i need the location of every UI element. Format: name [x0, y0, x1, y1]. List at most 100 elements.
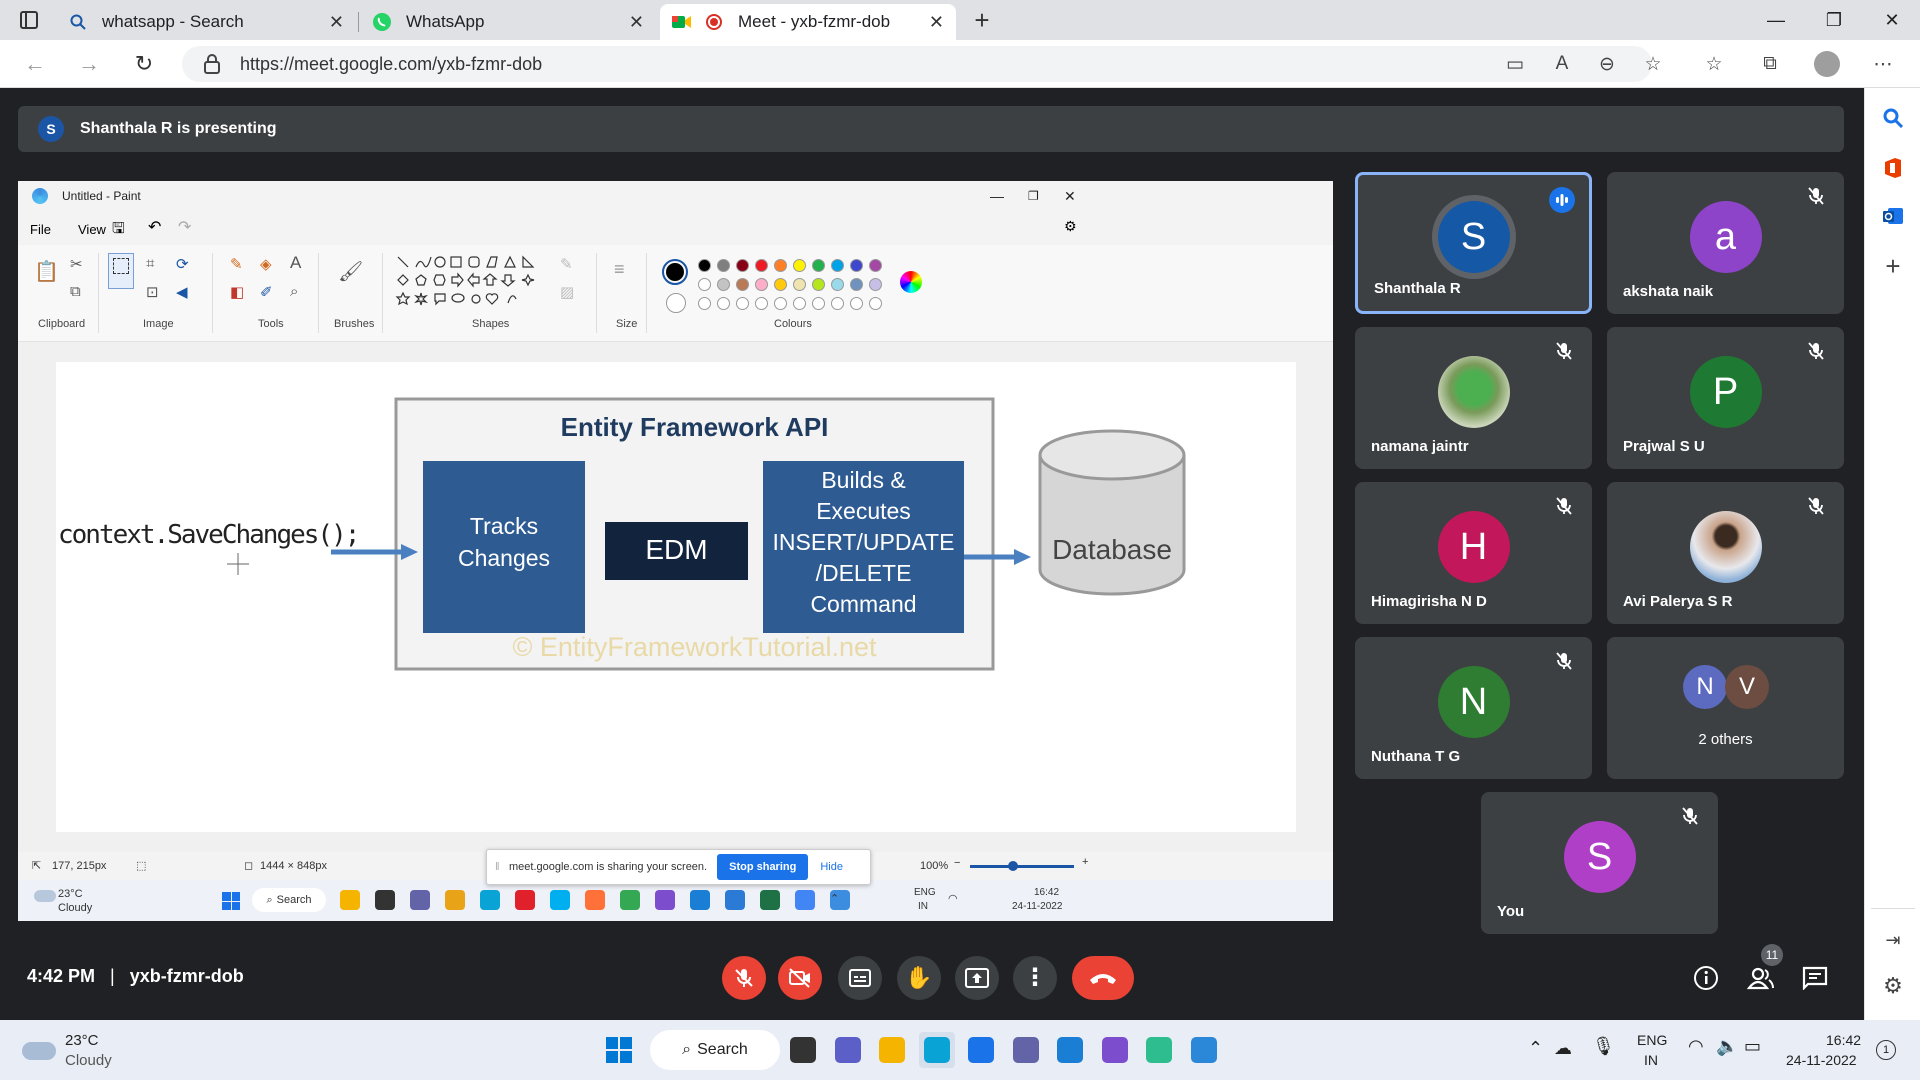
- visual-studio-icon[interactable]: [655, 890, 675, 910]
- clock-date[interactable]: 24-11-2022: [1786, 1052, 1857, 1068]
- edge-icon[interactable]: [480, 890, 500, 910]
- edge-icon[interactable]: [918, 1032, 955, 1068]
- colour-swatch[interactable]: [812, 297, 825, 310]
- fill-shape-icon[interactable]: ▨: [560, 283, 574, 301]
- zoom-icon[interactable]: ⊖: [1592, 50, 1622, 78]
- inner-search-box[interactable]: ⌕ Search: [252, 888, 326, 912]
- text-icon[interactable]: A: [290, 253, 301, 273]
- copy-icon[interactable]: ⧉: [70, 283, 81, 300]
- close-tab-icon[interactable]: ✕: [329, 12, 344, 33]
- teams-chat-icon[interactable]: [830, 1032, 866, 1068]
- teams-icon[interactable]: [1008, 1032, 1044, 1068]
- participant-tile[interactable]: P Prajwal S U: [1607, 327, 1844, 469]
- close-window-icon[interactable]: ✕: [1864, 0, 1920, 40]
- store-icon[interactable]: [963, 1032, 999, 1068]
- colour-swatch[interactable]: [793, 259, 806, 272]
- more-options-icon[interactable]: ⋯: [1868, 50, 1898, 78]
- participant-tile[interactable]: N Nuthana T G: [1355, 637, 1592, 779]
- back-icon[interactable]: ←: [17, 48, 53, 80]
- participant-tile[interactable]: H Himagirisha N D: [1355, 482, 1592, 624]
- participant-tile[interactable]: a akshata naik: [1607, 172, 1844, 314]
- participant-tile[interactable]: Avi Palerya S R: [1607, 482, 1844, 624]
- visual-studio-icon[interactable]: [1097, 1032, 1133, 1068]
- edit-colours-icon[interactable]: [900, 271, 922, 293]
- shapes-gallery[interactable]: [392, 251, 552, 311]
- file-explorer-icon[interactable]: [340, 890, 360, 910]
- leave-call-button[interactable]: [1072, 956, 1134, 1000]
- hide-banner-button[interactable]: Hide: [820, 861, 843, 873]
- colour-swatch[interactable]: [831, 259, 844, 272]
- colour-swatch[interactable]: [812, 259, 825, 272]
- more-options-button[interactable]: ⋮: [1013, 956, 1057, 1000]
- notification-badge[interactable]: 1: [1876, 1040, 1896, 1060]
- flip-icon[interactable]: ◀: [176, 283, 188, 301]
- url-input[interactable]: https://meet.google.com/yxb-fzmr-dob: [182, 46, 1652, 82]
- colour-swatch[interactable]: [869, 278, 882, 291]
- colour-swatch[interactable]: [717, 259, 730, 272]
- read-aloud-icon[interactable]: A: [1547, 50, 1577, 78]
- stop-sharing-button[interactable]: Stop sharing: [717, 854, 809, 880]
- colour-swatch[interactable]: [793, 297, 806, 310]
- outlook-icon[interactable]: [1879, 202, 1907, 230]
- add-icon[interactable]: +: [1879, 251, 1907, 281]
- hide-sidebar-icon[interactable]: ⇥: [1879, 926, 1907, 954]
- favorites-icon[interactable]: ☆: [1699, 50, 1729, 78]
- save-icon[interactable]: 🖫: [112, 218, 125, 243]
- participant-tile[interactable]: S You: [1481, 792, 1718, 934]
- size-icon[interactable]: ≡: [614, 259, 625, 280]
- fill-icon[interactable]: ◈: [260, 255, 272, 273]
- microphone-off-button[interactable]: [722, 956, 766, 1000]
- cut-icon[interactable]: ✂: [70, 255, 83, 273]
- zoom-in-icon[interactable]: +: [1082, 856, 1088, 868]
- colour-swatch[interactable]: [736, 259, 749, 272]
- colour-swatch[interactable]: [774, 259, 787, 272]
- eraser-icon[interactable]: ◧: [230, 283, 244, 301]
- restore-icon[interactable]: ❐: [1028, 189, 1039, 203]
- drag-handle-icon[interactable]: ‖: [495, 861, 500, 873]
- office-icon[interactable]: [1879, 154, 1907, 182]
- start-icon[interactable]: [222, 892, 240, 910]
- rotate-icon[interactable]: ⟳: [176, 255, 189, 273]
- paint-icon[interactable]: [1186, 1032, 1222, 1068]
- tray-chevron-icon[interactable]: ⌃: [830, 892, 839, 905]
- colour-swatch[interactable]: [850, 297, 863, 310]
- captions-button[interactable]: [838, 956, 882, 1000]
- lang-2[interactable]: IN: [1644, 1052, 1658, 1068]
- camera-off-button[interactable]: [778, 956, 822, 1000]
- color2-swatch[interactable]: [666, 293, 686, 313]
- pencil-icon[interactable]: ✎: [230, 255, 243, 273]
- close-tab-icon[interactable]: ✕: [929, 12, 944, 33]
- colour-swatch[interactable]: [755, 259, 768, 272]
- redo-icon[interactable]: ↷: [178, 217, 191, 237]
- collections-icon[interactable]: ⧉: [1755, 50, 1785, 78]
- onedrive-sync-icon[interactable]: ☁: [1554, 1038, 1572, 1059]
- raise-hand-button[interactable]: ✋: [897, 956, 941, 1000]
- teams-icon[interactable]: [410, 890, 430, 910]
- color-picker-icon[interactable]: ✐: [260, 283, 273, 301]
- close-window-icon[interactable]: ✕: [1064, 188, 1076, 205]
- zoom-slider[interactable]: [970, 861, 1074, 871]
- outline-icon[interactable]: ✎: [560, 255, 573, 273]
- skype-icon[interactable]: [550, 890, 570, 910]
- colour-swatch[interactable]: [869, 259, 882, 272]
- vscode-icon[interactable]: [1052, 1032, 1088, 1068]
- settings-icon[interactable]: ⚙: [1879, 972, 1907, 1000]
- task-view-icon[interactable]: [785, 1032, 821, 1068]
- lang-1[interactable]: ENG: [1637, 1032, 1667, 1048]
- profile-avatar[interactable]: [1812, 50, 1842, 78]
- zoom-out-icon[interactable]: −: [954, 857, 960, 869]
- task-view-icon[interactable]: [375, 890, 395, 910]
- colour-swatch[interactable]: [736, 297, 749, 310]
- meeting-details-button[interactable]: [1690, 962, 1722, 994]
- paste-icon[interactable]: 📋: [34, 259, 59, 284]
- present-button[interactable]: [955, 956, 999, 1000]
- restore-icon[interactable]: ❐: [1806, 0, 1862, 40]
- chrome-icon[interactable]: [620, 890, 640, 910]
- people-button[interactable]: 11: [1745, 944, 1783, 994]
- folder-icon[interactable]: [445, 890, 465, 910]
- tab-meet[interactable]: Meet - yxb-fzmr-dob ✕: [660, 4, 956, 40]
- tab-actions-icon[interactable]: [20, 11, 38, 29]
- undo-icon[interactable]: ↶: [148, 217, 161, 237]
- colour-swatch[interactable]: [812, 278, 825, 291]
- brush-icon[interactable]: 🖌: [338, 259, 363, 284]
